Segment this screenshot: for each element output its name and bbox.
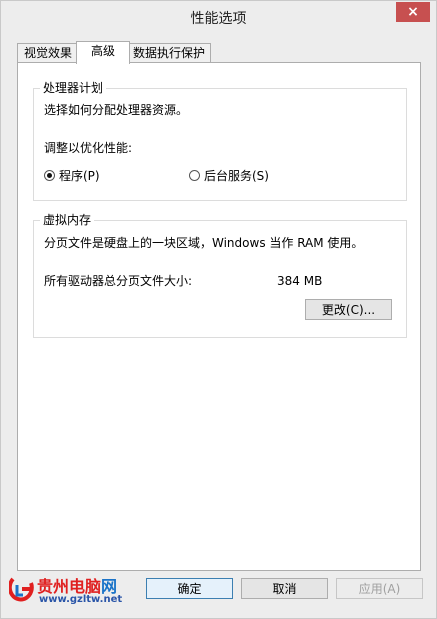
title-bar[interactable]: 性能选项 × <box>1 1 436 31</box>
close-icon: × <box>407 4 419 20</box>
background-services-radio-label: 后台服务(S) <box>204 169 269 183</box>
close-button[interactable]: × <box>396 2 430 22</box>
watermark-url: www.gzltw.net <box>39 594 123 605</box>
advanced-panel: 处理器计划 选择如何分配处理器资源。 调整以优化性能: 程序(P) 后台服务(S… <box>17 62 421 571</box>
site-watermark: 贵州电脑网 www.gzltw.net <box>3 569 135 613</box>
cancel-button[interactable]: 取消 <box>241 578 328 599</box>
virtual-memory-group: 虚拟内存 分页文件是硬盘上的一块区域，Windows 当作 RAM 使用。 所有… <box>33 213 407 338</box>
processor-description: 选择如何分配处理器资源。 <box>44 103 189 117</box>
virtual-memory-description: 分页文件是硬盘上的一块区域，Windows 当作 RAM 使用。 <box>44 236 364 250</box>
paging-file-total-label: 所有驱动器总分页文件大小: <box>44 274 193 288</box>
paging-file-total-value: 384 MB <box>277 274 323 288</box>
background-services-radio[interactable] <box>189 170 200 181</box>
apply-button[interactable]: 应用(A) <box>336 578 423 599</box>
programs-radio-label: 程序(P) <box>59 169 100 183</box>
programs-radio[interactable] <box>44 170 55 181</box>
processor-scheduling-group: 处理器计划 选择如何分配处理器资源。 调整以优化性能: 程序(P) 后台服务(S… <box>33 81 407 201</box>
tab-data-execution-prevention[interactable]: 数据执行保护 <box>127 43 211 63</box>
performance-options-window: 性能选项 × 视觉效果 高级 数据执行保护 处理器计划 选择如何分配处理器资源。… <box>0 0 437 619</box>
tab-advanced[interactable]: 高级 <box>76 41 130 64</box>
tab-visual-effects[interactable]: 视觉效果 <box>17 43 79 63</box>
processor-scheduling-title: 处理器计划 <box>40 81 107 96</box>
programs-radio-option[interactable]: 程序(P) <box>44 167 100 184</box>
optimize-label: 调整以优化性能: <box>44 141 133 155</box>
virtual-memory-title: 虚拟内存 <box>40 213 95 228</box>
window-title: 性能选项 <box>190 11 247 27</box>
ok-button[interactable]: 确定 <box>146 578 233 599</box>
change-button[interactable]: 更改(C)... <box>305 299 392 320</box>
background-services-radio-option[interactable]: 后台服务(S) <box>189 167 269 184</box>
watermark-logo-icon <box>9 577 34 602</box>
